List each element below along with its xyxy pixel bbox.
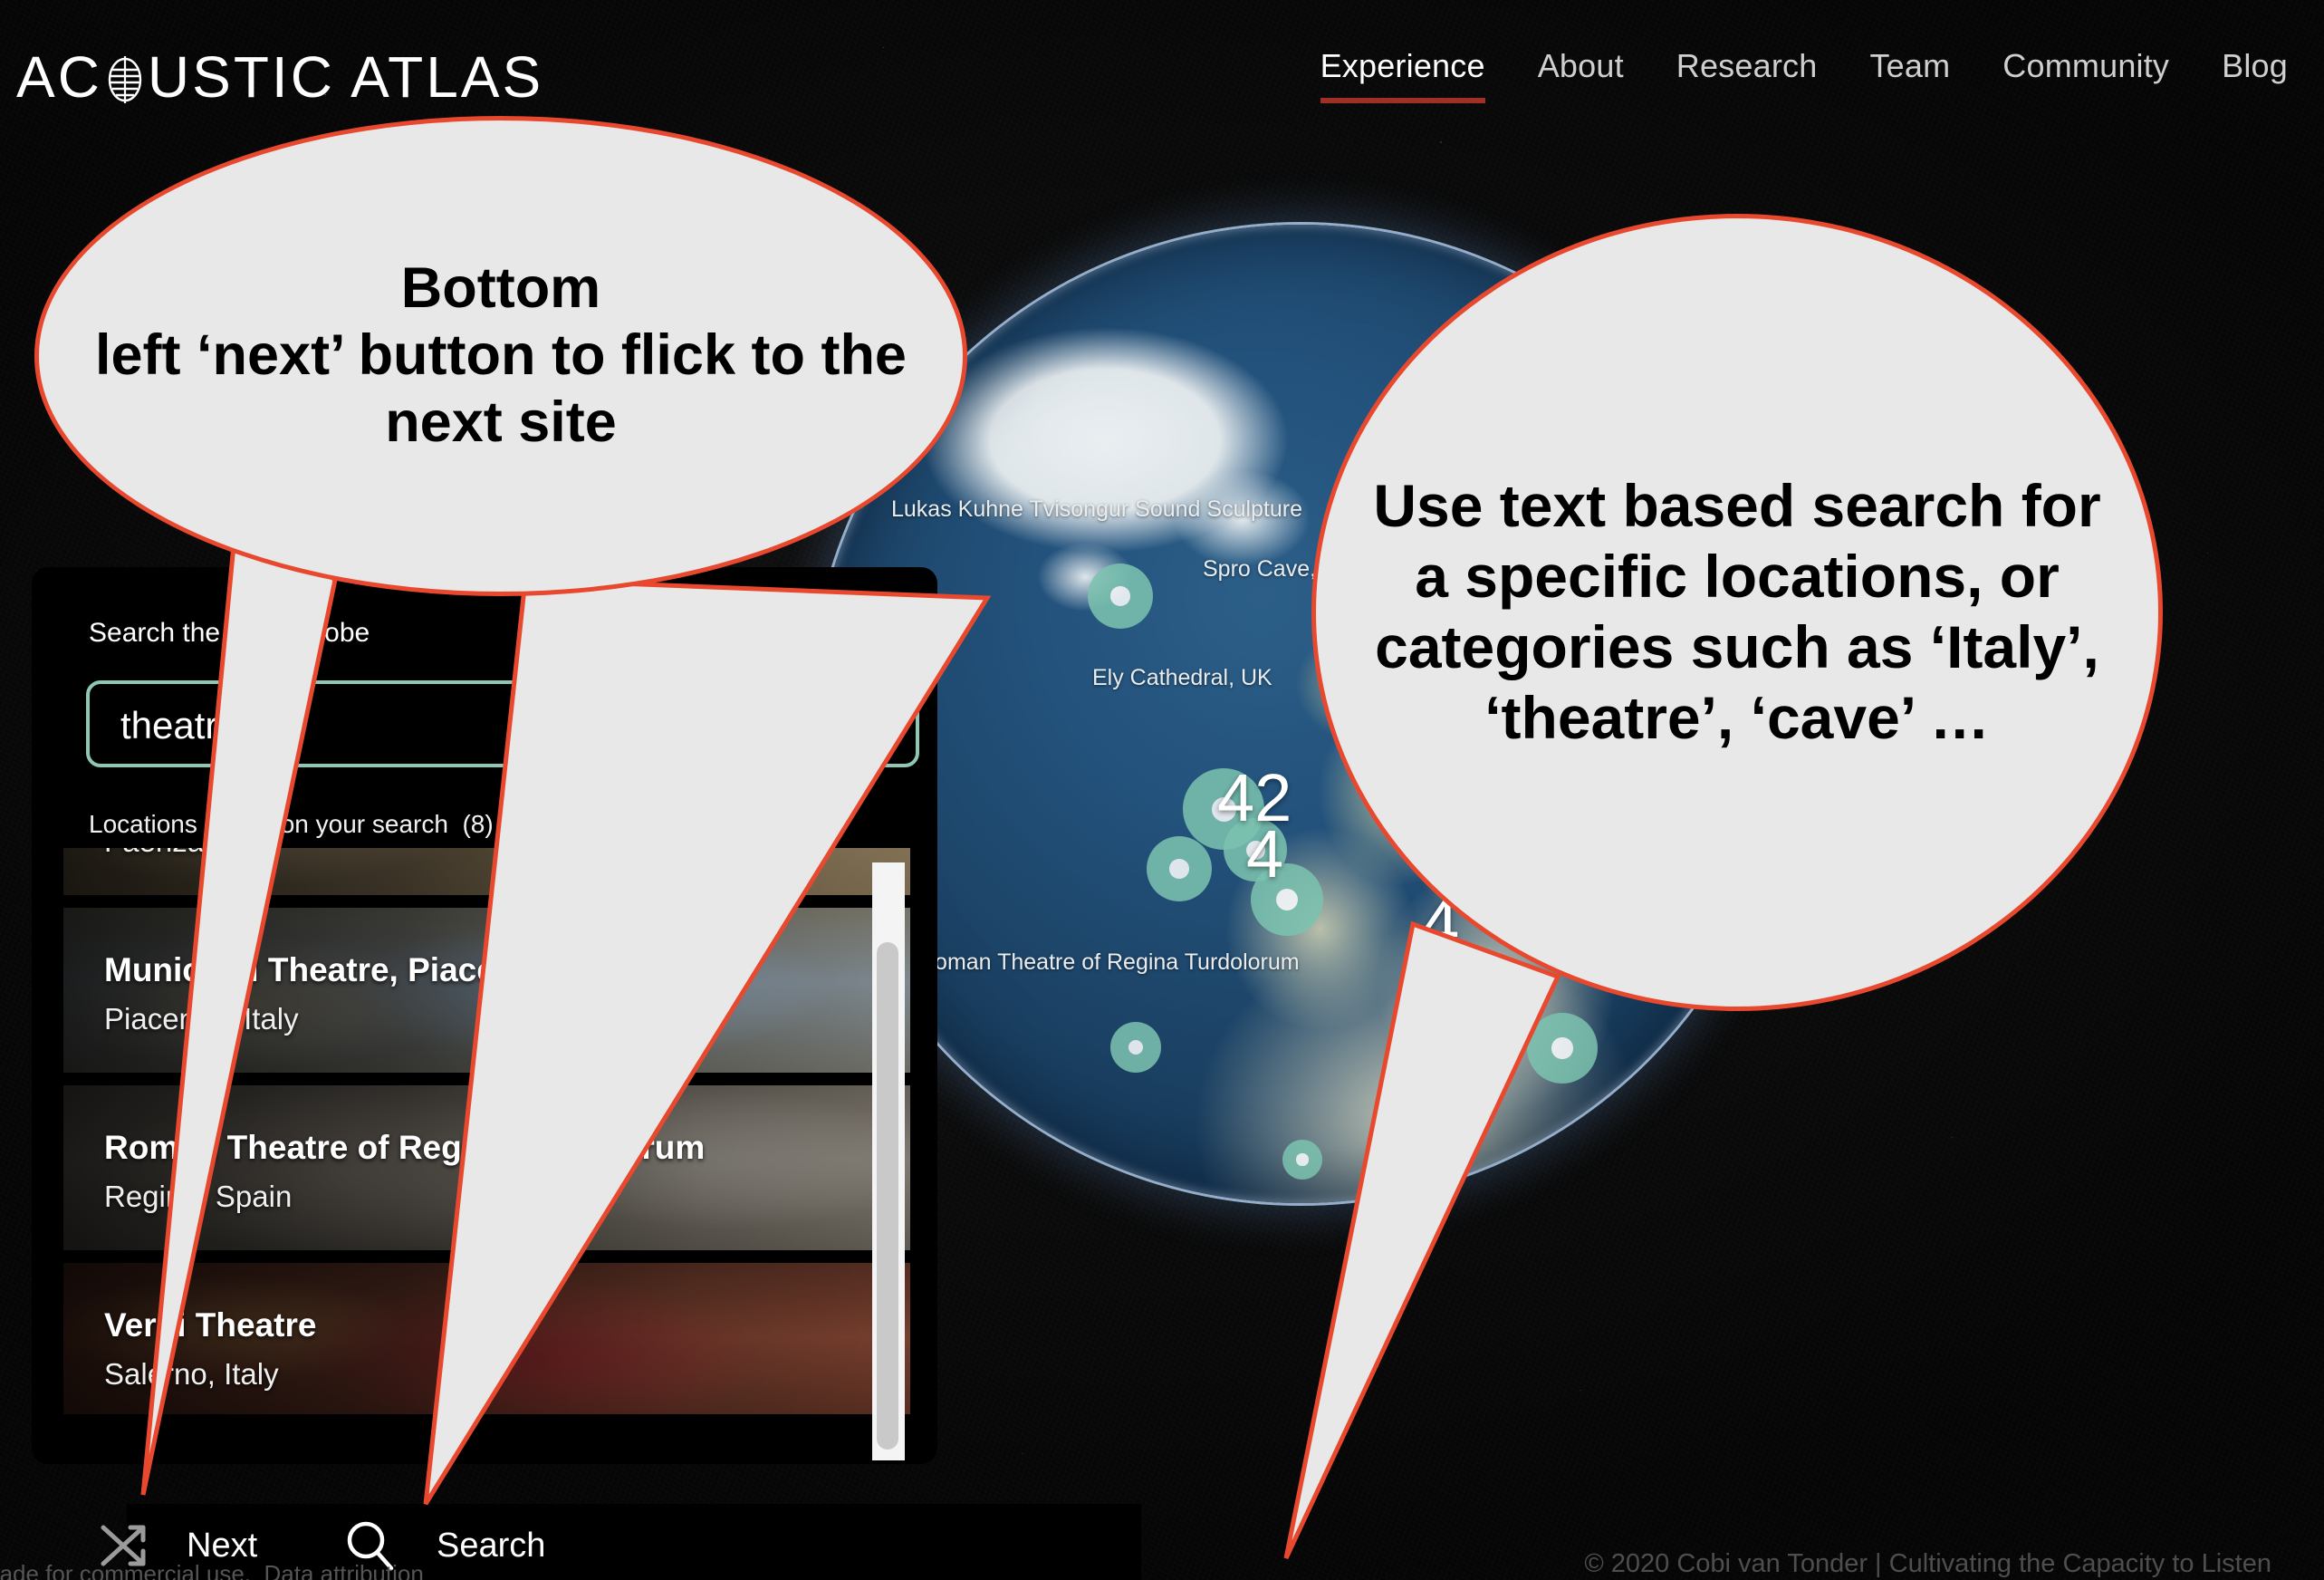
map-attribution: ograde for commercial use. Data attribut… xyxy=(0,1560,424,1580)
map-marker[interactable] xyxy=(1088,564,1153,629)
map-marker[interactable] xyxy=(1282,1140,1322,1180)
result-title: Roman Theatre of Regina Turdolorum xyxy=(104,1129,706,1166)
annotation-bubble-next-text: Bottom left ‘next’ button to flick to the… xyxy=(95,256,907,454)
thumbnail-overlay xyxy=(63,1085,910,1250)
result-subtitle: Faenza, Italy xyxy=(104,848,275,859)
results-label-text: Locations based on your search xyxy=(89,810,448,838)
result-subtitle: Regina, Spain xyxy=(104,1180,293,1213)
search-button[interactable]: Search xyxy=(437,1527,545,1566)
results-label: Locations based on your search (8) xyxy=(89,810,494,839)
page-background: Lukas Kuhne Tvisongur Sound Sculpture Sp… xyxy=(0,0,2324,1580)
search-panel: Search the entire globe ✕ theatre ✕ Loca… xyxy=(32,567,937,1464)
brand-name-part2: USTIC ATLAS xyxy=(147,44,544,110)
nav-item-community[interactable]: Community xyxy=(2002,47,2169,98)
list-item[interactable]: Roman Theatre of Regina Turdolorum Regin… xyxy=(63,1085,910,1250)
nav-item-experience[interactable]: Experience xyxy=(1320,47,1485,103)
result-title: Municipal Theatre, Piacenza xyxy=(104,951,552,988)
result-subtitle: Salerno, Italy xyxy=(104,1357,279,1391)
brand-logo[interactable]: AC USTIC ATLAS xyxy=(16,43,543,111)
close-icon[interactable]: ✕ xyxy=(859,607,894,649)
nav-item-research[interactable]: Research xyxy=(1676,47,1818,98)
list-item[interactable]: Municipal Theatre, Faenza Faenza, Italy xyxy=(63,848,910,895)
annotation-bubble-search-text: Use text based search for a specific loc… xyxy=(1373,472,2101,751)
data-attribution-link[interactable]: Data attribution xyxy=(264,1560,423,1580)
globe-label: Ely Cathedral, UK xyxy=(1092,665,1272,690)
results-list[interactable]: Municipal Theatre, Faenza Faenza, Italy … xyxy=(63,848,910,1414)
result-subtitle: Piacenza, Italy xyxy=(104,1002,299,1036)
map-marker[interactable] xyxy=(1527,1013,1598,1084)
copyright-notice: © 2020 Cobi van Tonder | Cultivating the… xyxy=(1584,1549,2271,1578)
map-marker[interactable] xyxy=(1110,1022,1161,1073)
clear-icon[interactable]: ✕ xyxy=(850,708,881,744)
thumbnail-overlay xyxy=(63,908,910,1073)
globe-label: Lukas Kuhne Tvisongur Sound Sculpture xyxy=(891,496,1303,522)
list-item[interactable]: Verdi Theatre Salerno, Italy xyxy=(63,1263,910,1414)
annotation-bubble-next: Bottom left ‘next’ button to flick to the… xyxy=(34,116,967,596)
main-navigation: Experience About Research Team Community… xyxy=(1320,47,2288,103)
globe-label: Roman Theatre of Regina Turdolorum xyxy=(918,949,1300,975)
brand-name-part1: AC xyxy=(16,44,102,110)
text-caret xyxy=(241,705,245,747)
search-input-value: theatre xyxy=(120,704,239,747)
scrollbar-thumb[interactable] xyxy=(877,942,898,1450)
map-marker[interactable] xyxy=(1147,836,1212,901)
annotation-bubble-search: Use text based search for a specific loc… xyxy=(1311,214,2163,1011)
search-input[interactable]: theatre ✕ xyxy=(86,680,919,767)
nav-item-team[interactable]: Team xyxy=(1869,47,1950,98)
search-panel-title: Search the entire globe xyxy=(89,618,370,648)
sound-sphere-icon xyxy=(104,52,146,103)
results-count: (8) xyxy=(462,810,494,838)
attribution-text: ograde for commercial use. xyxy=(0,1560,252,1580)
list-item[interactable]: Municipal Theatre, Piacenza Piacenza, It… xyxy=(63,908,910,1073)
result-title: Verdi Theatre xyxy=(104,1306,317,1344)
marker-cluster-count[interactable]: 4 xyxy=(1246,815,1283,892)
nav-item-about[interactable]: About xyxy=(1538,47,1624,98)
nav-item-blog[interactable]: Blog xyxy=(2222,47,2288,98)
